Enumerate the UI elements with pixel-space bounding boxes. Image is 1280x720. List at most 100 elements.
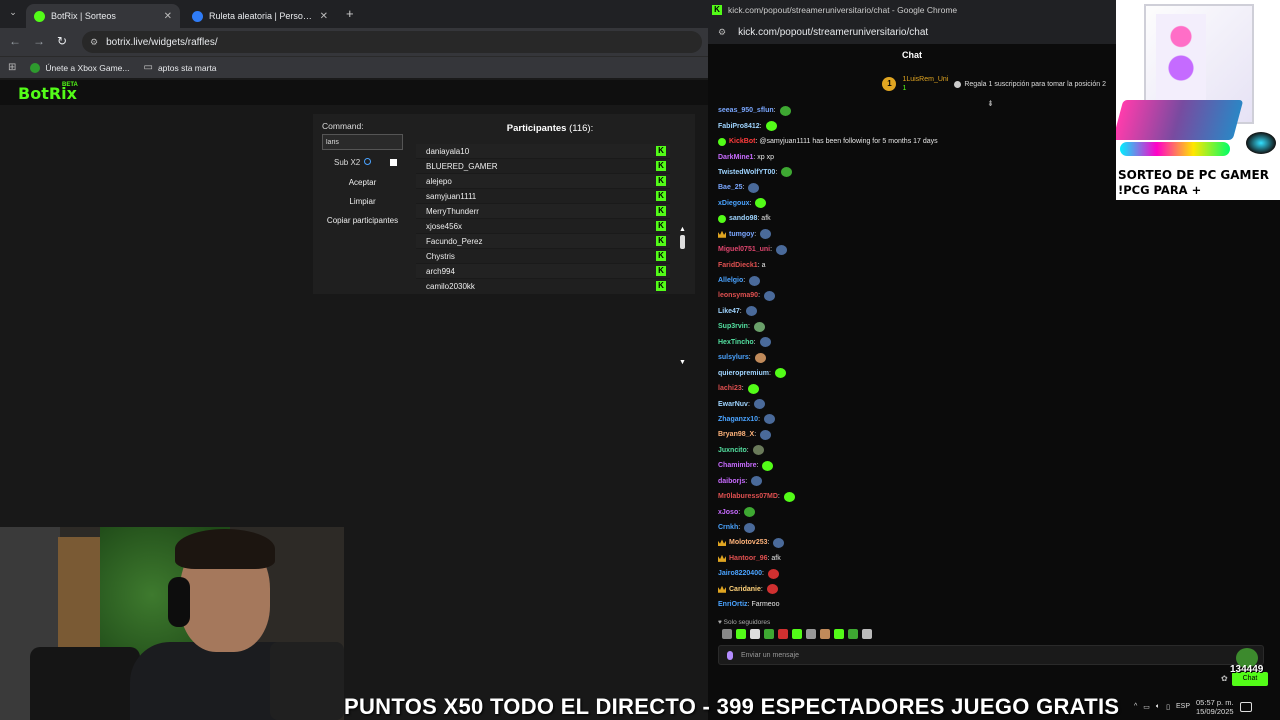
command-input[interactable] — [322, 134, 403, 150]
participant-row: Chystris K — [416, 249, 670, 264]
chat-username[interactable]: lachi23 — [718, 385, 742, 392]
participants-scrollbar[interactable] — [680, 235, 685, 249]
emote-icon[interactable] — [764, 629, 774, 639]
chat-settings-icon[interactable]: ✿ — [1221, 674, 1228, 683]
bookmark-xbox[interactable]: Únete a Xbox Game... — [30, 62, 130, 73]
pinned-gift-banner[interactable]: 1 1LuisRem_Uni 1 Regala 1 suscripción pa… — [708, 70, 1116, 98]
chat-username[interactable]: Jairo8220400 — [718, 570, 762, 577]
chat-message-input[interactable]: Enviar un mensaje — [718, 645, 1264, 665]
chat-username[interactable]: sando98 — [729, 215, 757, 222]
chat-username[interactable]: tumgoy — [729, 231, 754, 238]
chat-username[interactable]: xJoso — [718, 509, 738, 516]
chevron-up-icon[interactable]: ^ — [1134, 703, 1137, 710]
chat-username[interactable]: daiborjs — [718, 478, 745, 485]
emote-icon[interactable] — [736, 629, 746, 639]
scroll-down-icon[interactable]: ▼ — [679, 359, 686, 366]
emote-icon[interactable] — [792, 629, 802, 639]
emote-icon[interactable] — [848, 629, 858, 639]
chat-username[interactable]: Like47 — [718, 308, 740, 315]
scroll-up-icon[interactable]: ▲ — [679, 226, 686, 233]
chat-username[interactable]: KickBot — [729, 138, 755, 145]
apps-grid-icon[interactable]: ⊞ — [8, 62, 16, 73]
participants-list[interactable]: daniayala10 K BLUERED_GAMER Kalejepo Ksamyju… — [416, 144, 670, 292]
battery-icon[interactable]: ▯ — [1166, 703, 1170, 711]
sub-x2-checkbox[interactable] — [390, 159, 397, 166]
chat-username[interactable]: Molotov253 — [729, 539, 768, 546]
chat-username[interactable]: Miguel0751_uni — [718, 246, 770, 253]
chat-username[interactable]: Mr0laburess07MD — [718, 493, 778, 500]
clear-button[interactable]: Limpiar — [322, 194, 403, 210]
site-info-icon[interactable]: ⚙ — [90, 37, 98, 48]
emote-icon[interactable] — [834, 629, 844, 639]
botrix-header: BotRix BETA — [0, 80, 708, 105]
chat-username[interactable]: Bae_25 — [718, 184, 743, 191]
chat-input-placeholder: Enviar un mensaje — [741, 651, 799, 659]
rgb-light-bar-image — [1120, 142, 1230, 156]
close-tab-icon[interactable]: ✕ — [320, 11, 328, 22]
accept-button[interactable]: Aceptar — [322, 175, 403, 191]
chat-username[interactable]: seeas_950_sflun — [718, 107, 774, 114]
emote-icon — [779, 105, 791, 116]
chat-username[interactable]: Chamimbre — [718, 462, 757, 469]
emote-icon[interactable] — [862, 629, 872, 639]
chat-username[interactable]: Caridanie — [729, 586, 761, 593]
chat-text: : xp xp — [753, 153, 775, 161]
chat-username[interactable]: Crnkh — [718, 524, 738, 531]
chat-username[interactable]: DarkMine1 — [718, 154, 753, 161]
chat-username[interactable]: FabiPro8412 — [718, 123, 760, 130]
chat-message: Mr0laburess07MD: — [718, 489, 1116, 504]
chat-username[interactable]: Juxncito — [718, 447, 747, 454]
emote-icon[interactable] — [778, 629, 788, 639]
back-icon[interactable]: ← — [9, 34, 21, 48]
emote-icon — [759, 337, 771, 348]
language-indicator[interactable]: ESP — [1176, 703, 1190, 710]
info-icon[interactable] — [364, 158, 372, 165]
chat-username[interactable]: FaridDieck1 — [718, 262, 758, 269]
chat-username[interactable]: TwistedWolfYT00 — [718, 169, 775, 176]
emote-icon[interactable] — [722, 629, 732, 639]
chat-username[interactable]: EnriOrtiz — [718, 601, 748, 608]
bookmark-folder-aptos[interactable]: ▭ aptos sta marta — [144, 62, 217, 73]
chat-message: EnriOrtiz: Farmeoo — [718, 597, 1116, 612]
chat-username[interactable]: xDiegoux — [718, 200, 750, 207]
chat-text: : — [756, 462, 759, 470]
emote-icon[interactable] — [750, 629, 760, 639]
chat-message: Chamimbre: — [718, 458, 1116, 473]
chat-username[interactable]: Sup3rvin — [718, 323, 748, 330]
chat-username[interactable]: quieropremium — [718, 370, 769, 377]
tab-botrix-sorteos[interactable]: BotRix | Sorteos ✕ — [26, 4, 180, 28]
address-bar[interactable]: ⚙ botrix.live/widgets/raffles/ — [82, 31, 702, 53]
chat-username[interactable]: leonsyma90 — [718, 292, 758, 299]
chat-username[interactable]: sulsylurs — [718, 354, 749, 361]
folder-icon: ▭ — [143, 62, 153, 73]
close-tab-icon[interactable]: ✕ — [164, 11, 172, 22]
reload-icon[interactable]: ↻ — [57, 34, 67, 48]
participant-name: arch994 — [426, 267, 455, 276]
site-info-icon[interactable]: ⚙ — [718, 27, 726, 38]
botrix-favicon-icon — [34, 10, 45, 22]
emote-icon — [753, 399, 765, 410]
chat-username[interactable]: Bryan98_X — [718, 431, 754, 438]
xbox-icon — [30, 62, 41, 73]
chat-username[interactable]: Allelgio — [718, 277, 743, 284]
emote-icon[interactable] — [806, 629, 816, 639]
chat-username[interactable]: EwarNuv — [718, 401, 748, 408]
clock[interactable]: 05:57 p. m. 15/09/2025 — [1196, 698, 1234, 716]
emote-icon — [744, 522, 756, 533]
emote-icon[interactable] — [820, 629, 830, 639]
forward-icon[interactable]: → — [33, 34, 45, 48]
tab-ruleta-aleatoria[interactable]: Ruleta aleatoria | Personaliza y ✕ — [184, 4, 336, 28]
chat-username[interactable]: Hantoor_96 — [729, 555, 768, 562]
notifications-icon[interactable] — [1239, 701, 1252, 712]
network-icon[interactable]: ▭ — [1143, 703, 1150, 711]
volume-icon[interactable]: 🔈︎ — [1156, 703, 1160, 711]
copy-participants-button[interactable]: Copiar participantes — [322, 213, 403, 229]
chat-message: Sup3rvin: — [718, 319, 1116, 334]
tab-search-icon[interactable]: ⌄ — [6, 7, 20, 21]
chat-username[interactable]: Zhaganzx10 — [718, 416, 758, 423]
chat-messages[interactable]: seeas_950_sflun: FabiPro8412: KickBot: @sa… — [718, 103, 1116, 618]
new-tab-icon[interactable]: + — [346, 6, 354, 21]
chat-username[interactable]: HexTincho — [718, 339, 754, 346]
chat-mic-icon[interactable] — [727, 650, 733, 660]
participant-name: daniayala10 — [426, 147, 470, 156]
